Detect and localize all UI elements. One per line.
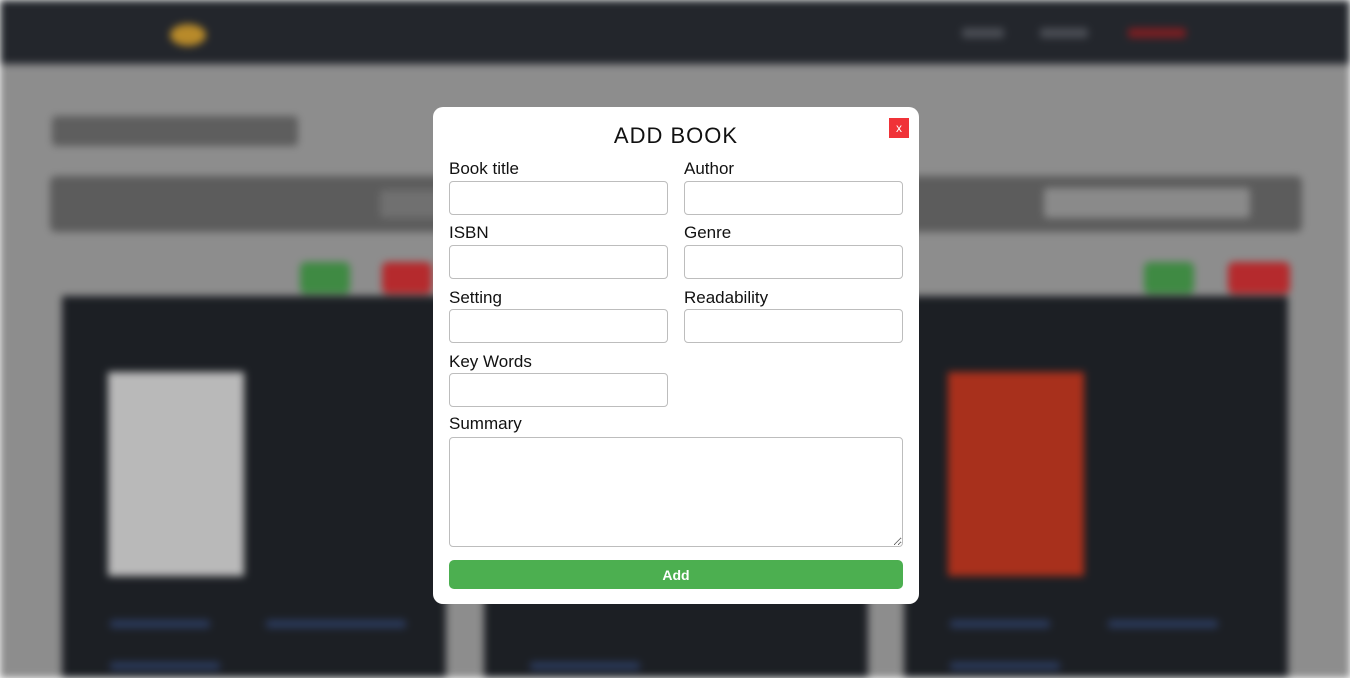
setting-input[interactable] <box>449 309 668 343</box>
background-nav-link <box>1128 28 1186 38</box>
isbn-input[interactable] <box>449 245 668 279</box>
add-book-modal: ADD BOOK x Book title Author ISBN Genre … <box>433 107 919 604</box>
background-nav-link <box>1040 28 1088 38</box>
readability-input[interactable] <box>684 309 903 343</box>
background-navbar <box>0 0 1350 64</box>
background-text-line <box>530 662 640 670</box>
add-button[interactable]: Add <box>449 560 903 589</box>
background-book-cover <box>948 372 1084 576</box>
background-search <box>1044 188 1250 218</box>
modal-title: ADD BOOK <box>613 123 739 148</box>
background-heading <box>52 116 298 146</box>
key-words-input[interactable] <box>449 373 668 407</box>
background-button <box>382 262 432 294</box>
summary-label: Summary <box>449 414 522 433</box>
genre-label: Genre <box>684 223 732 242</box>
author-input[interactable] <box>684 181 903 215</box>
background-book-cover <box>108 372 244 576</box>
readability-label: Readability <box>684 288 769 307</box>
background-button <box>1228 262 1290 294</box>
background-logo <box>170 24 206 46</box>
isbn-label: ISBN <box>449 223 489 242</box>
background-button <box>300 262 350 294</box>
background-text-line <box>950 620 1050 628</box>
background-text-line <box>266 620 406 628</box>
genre-input[interactable] <box>684 245 903 279</box>
background-button <box>1144 262 1194 294</box>
summary-textarea[interactable] <box>449 437 903 547</box>
author-label: Author <box>684 159 735 178</box>
book-title-label: Book title <box>449 159 519 178</box>
background-text-line <box>950 662 1060 670</box>
close-button[interactable]: x <box>889 118 909 138</box>
background-text-line <box>1108 620 1218 628</box>
background-text-line <box>110 620 210 628</box>
book-title-input[interactable] <box>449 181 668 215</box>
background-text-line <box>110 662 220 670</box>
key-words-label: Key Words <box>449 352 532 371</box>
background-nav-link <box>962 28 1004 38</box>
setting-label: Setting <box>449 288 502 307</box>
